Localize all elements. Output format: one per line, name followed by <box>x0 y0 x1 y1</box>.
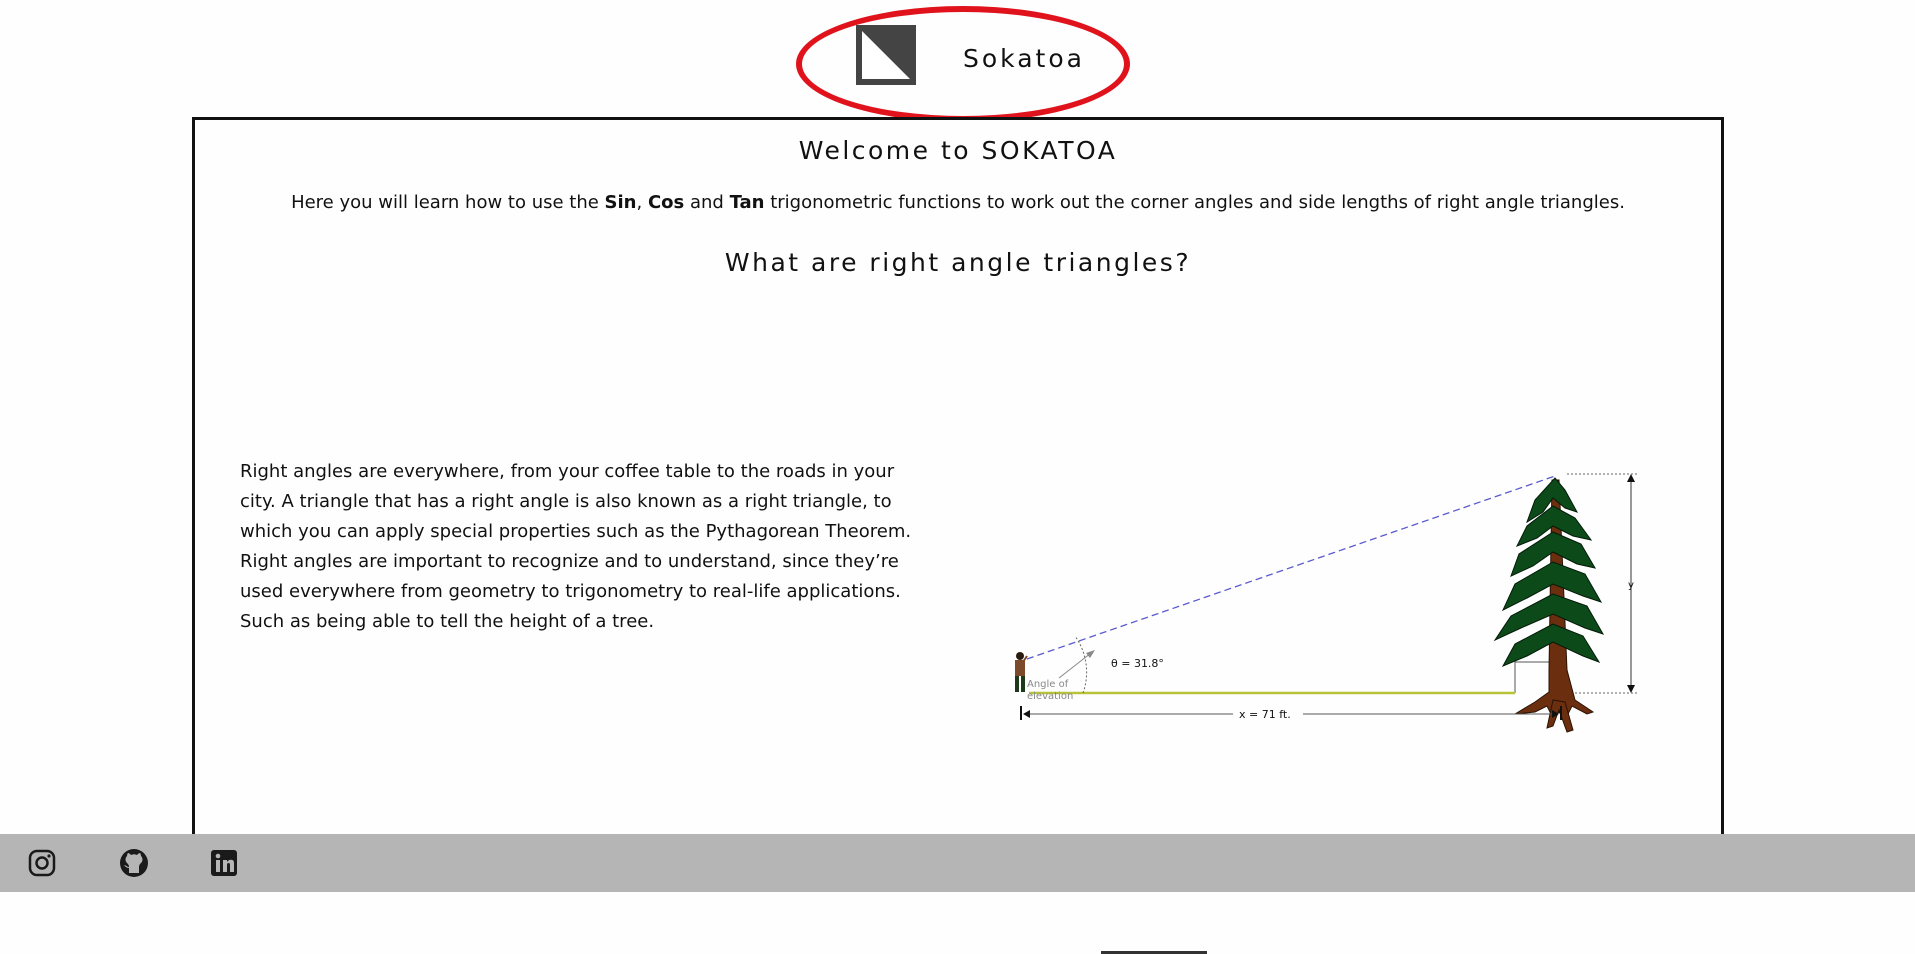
github-icon[interactable] <box>118 847 150 879</box>
intro-sep2: and <box>684 192 730 213</box>
distance-label: x = 71 ft. <box>1239 708 1291 721</box>
intro-text: Here you will learn how to use the Sin, … <box>195 192 1721 213</box>
intro-cos: Cos <box>647 192 685 213</box>
intro-tan: Tan <box>729 192 765 213</box>
welcome-title: Welcome to SOKATOA <box>798 136 1118 165</box>
height-label: y <box>1628 580 1634 591</box>
main-content-card: Welcome to SOKATOA Here you will learn h… <box>192 117 1724 954</box>
site-header: Sokatoa <box>0 0 1915 122</box>
observer-figure <box>1015 652 1028 692</box>
intro-part2: trigonometric functions to work out the … <box>764 192 1625 213</box>
brand-home-link[interactable]: Sokatoa <box>796 6 1130 122</box>
elevation-label-line2: elevation <box>1027 691 1073 702</box>
elevation-label-line1: Angle of <box>1027 679 1069 690</box>
site-footer <box>0 834 1915 892</box>
brand-name: Sokatoa <box>963 44 1085 73</box>
instagram-icon[interactable] <box>26 847 58 879</box>
sokatoa-triangle-logo-icon <box>856 25 916 85</box>
intro-sin: Sin <box>604 192 637 213</box>
linkedin-icon[interactable] <box>208 847 240 879</box>
intro-sep1: , <box>636 192 648 213</box>
tree-height-diagram: y θ = 31.8° Angle of elevation x = 71 ft… <box>1015 473 1637 733</box>
intro-part1: Here you will learn how to use the <box>291 192 605 213</box>
angle-label: θ = 31.8° <box>1111 657 1164 670</box>
right-angle-paragraph: Right angles are everywhere, from your c… <box>240 461 912 632</box>
section-title: What are right angle triangles? <box>724 248 1192 277</box>
